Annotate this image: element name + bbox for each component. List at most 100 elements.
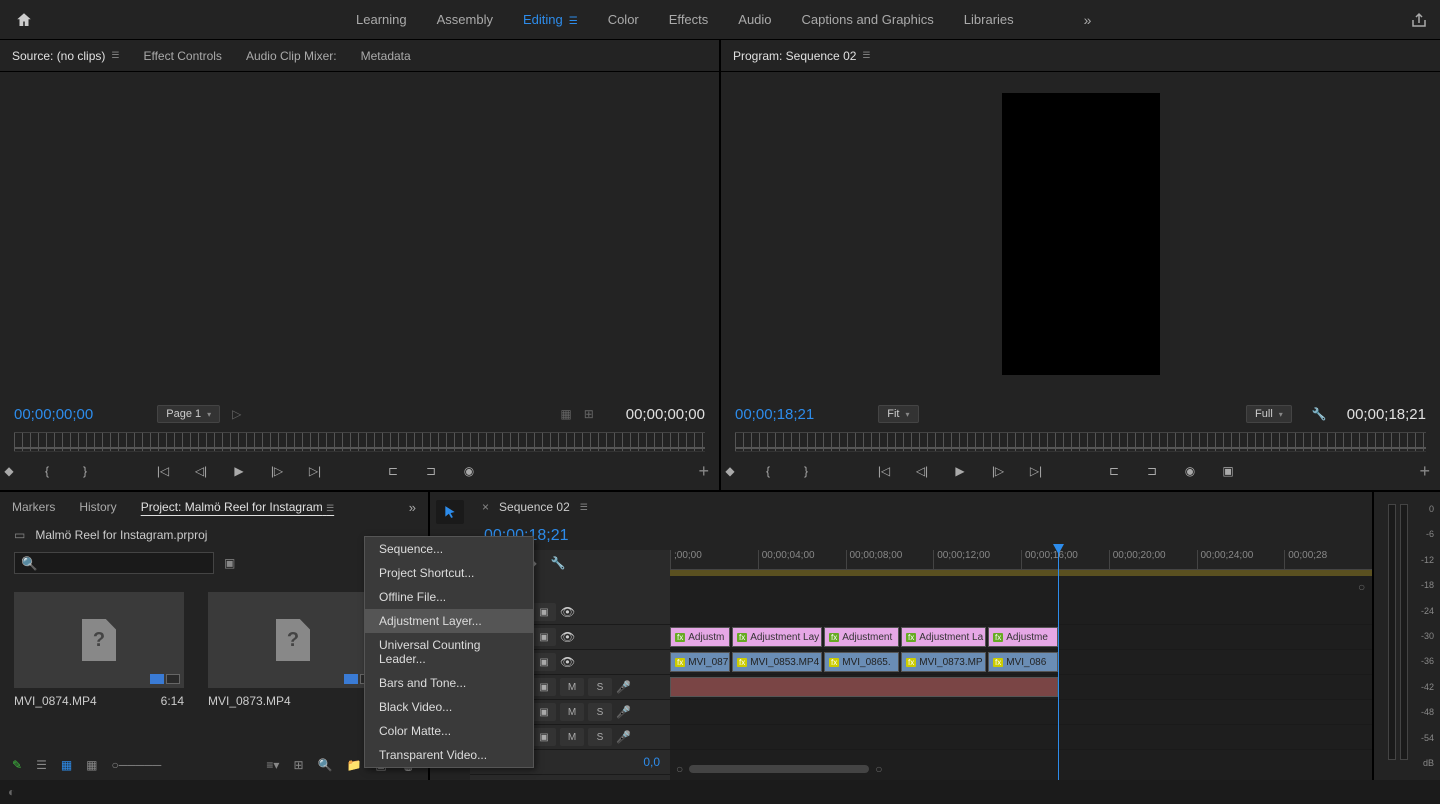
eye-icon[interactable]: 👁	[560, 655, 575, 669]
mute-icon[interactable]: ▣	[532, 678, 556, 696]
new-bin-from-search-icon[interactable]: ▣	[224, 556, 235, 570]
ctx-sequence-[interactable]: Sequence...	[365, 537, 533, 561]
workspace-color[interactable]: Color	[608, 12, 639, 28]
workspace-captions[interactable]: Captions and Graphics	[802, 12, 934, 28]
panel-overflow-icon[interactable]: »	[409, 500, 416, 515]
clip-thumbnail[interactable]: ?	[208, 592, 378, 688]
timeline-settings-icon[interactable]: 🔧	[551, 556, 566, 570]
lane-v2[interactable]: fxAdjustmfxAdjustment LayfxAdjustmentfxA…	[670, 625, 1372, 650]
play-only-icon[interactable]: ▷	[232, 407, 241, 421]
timeline-hscroll[interactable]: ○○	[670, 762, 1372, 776]
tab-source[interactable]: Source: (no clips)☰	[12, 49, 119, 63]
mic-icon[interactable]: 🎤	[616, 730, 631, 744]
bin-item[interactable]: ? MVI_0874.MP46:14	[14, 592, 184, 736]
source-time-ruler[interactable]	[14, 432, 705, 452]
timeline-vscroll[interactable]: ○	[1358, 580, 1368, 760]
go-to-in-icon[interactable]: |◁	[875, 462, 893, 480]
step-forward-icon[interactable]: |▷	[268, 462, 286, 480]
list-view-icon[interactable]: ☰	[36, 758, 47, 772]
workspace-assembly[interactable]: Assembly	[437, 12, 493, 28]
insert-icon[interactable]: ⊏	[384, 462, 402, 480]
sequence-tab[interactable]: Sequence 02	[499, 500, 570, 514]
program-time-ruler[interactable]	[735, 432, 1426, 452]
adjustment-layer-clip[interactable]: fxAdjustment	[824, 627, 899, 647]
adjustment-layer-clip[interactable]: fxAdjustm	[670, 627, 730, 647]
lift-icon[interactable]: ⊏	[1105, 462, 1123, 480]
source-timecode-left[interactable]: 00;00;00;00	[14, 406, 93, 423]
source-view-toggle[interactable]: ▦	[560, 407, 571, 421]
workspace-learning[interactable]: Learning	[356, 12, 407, 28]
step-back-icon[interactable]: ◁|	[192, 462, 210, 480]
source-viewer[interactable]	[0, 72, 719, 396]
lane-v1[interactable]: fxMVI_087fxMVI_0853.MP4fxMVI_0865.fxMVI_…	[670, 650, 1372, 675]
mic-icon[interactable]: 🎤	[616, 705, 631, 719]
settings-wrench-icon[interactable]: 🔧	[1312, 407, 1327, 421]
program-timecode-left[interactable]: 00;00;18;21	[735, 406, 814, 423]
mic-icon[interactable]: 🎤	[616, 680, 631, 694]
overwrite-icon[interactable]: ⊐	[422, 462, 440, 480]
ctx-color-matte-[interactable]: Color Matte...	[365, 719, 533, 743]
ctx-transparent-video-[interactable]: Transparent Video...	[365, 743, 533, 767]
sort-icon[interactable]: ≡▾	[266, 758, 279, 772]
workspace-editing[interactable]: Editing☰	[523, 12, 578, 28]
button-editor-icon[interactable]: +	[698, 461, 709, 482]
ctx-project-shortcut-[interactable]: Project Shortcut...	[365, 561, 533, 585]
ctx-adjustment-layer-[interactable]: Adjustment Layer...	[365, 609, 533, 633]
video-clip[interactable]: fxMVI_087	[670, 652, 730, 672]
lane-v3[interactable]	[670, 600, 1372, 625]
add-marker-icon[interactable]: ◆	[721, 462, 739, 480]
automate-to-sequence-icon[interactable]: ⊞	[293, 758, 303, 772]
ctx-black-video-[interactable]: Black Video...	[365, 695, 533, 719]
zoom-slider[interactable]: ○─────	[112, 758, 162, 772]
video-clip[interactable]: fxMVI_086	[988, 652, 1058, 672]
button-editor-icon[interactable]: +	[1419, 461, 1430, 482]
mark-out-icon[interactable]: }	[797, 462, 815, 480]
tab-effect-controls[interactable]: Effect Controls	[143, 49, 221, 63]
write-mode-icon[interactable]: ✎	[12, 758, 22, 772]
ctx-universal-counting-leader-[interactable]: Universal Counting Leader...	[365, 633, 533, 671]
tab-metadata[interactable]: Metadata	[361, 49, 411, 63]
lane-a2[interactable]	[670, 700, 1372, 725]
share-icon[interactable]	[1410, 11, 1428, 29]
play-icon[interactable]: ▶	[230, 462, 248, 480]
selection-tool-icon[interactable]	[436, 500, 464, 524]
lane-a3[interactable]	[670, 725, 1372, 750]
mark-in-icon[interactable]: {	[38, 462, 56, 480]
new-bin-icon[interactable]: 📁	[346, 758, 361, 772]
freeform-view-icon[interactable]: ▦	[86, 758, 97, 772]
extract-icon[interactable]: ⊐	[1143, 462, 1161, 480]
tracks-area[interactable]: ;00;00 00;00;04;00 00;00;08;00 00;00;12;…	[670, 550, 1372, 780]
program-zoom-dropdown[interactable]: Fit▾	[878, 405, 918, 423]
toggle-output-icon[interactable]: ▣	[532, 628, 556, 646]
toggle-output-icon[interactable]: ▣	[532, 653, 556, 671]
icon-view-icon[interactable]: ▦	[61, 758, 72, 772]
go-to-in-icon[interactable]: |◁	[154, 462, 172, 480]
home-icon[interactable]	[12, 8, 36, 32]
tab-project[interactable]: Project: Malmö Reel for Instagram ☰	[141, 500, 334, 514]
adjustment-layer-clip[interactable]: fxAdjustme	[988, 627, 1058, 647]
clip-thumbnail[interactable]: ?	[14, 592, 184, 688]
adjustment-layer-clip[interactable]: fxAdjustment La	[901, 627, 986, 647]
workspace-audio[interactable]: Audio	[738, 12, 771, 28]
workspace-overflow-icon[interactable]: »	[1084, 12, 1092, 28]
toggle-output-icon[interactable]: ▣	[532, 603, 556, 621]
mark-in-icon[interactable]: {	[759, 462, 777, 480]
program-resolution-dropdown[interactable]: Full▾	[1246, 405, 1292, 423]
source-pager-dropdown[interactable]: Page 1▾	[157, 405, 220, 423]
video-clip[interactable]: fxMVI_0853.MP4	[732, 652, 822, 672]
ctx-offline-file-[interactable]: Offline File...	[365, 585, 533, 609]
export-frame-icon[interactable]: ◉	[1181, 462, 1199, 480]
video-clip[interactable]: fxMVI_0873.MP	[901, 652, 986, 672]
eye-icon[interactable]: 👁	[560, 605, 575, 619]
eye-icon[interactable]: 👁	[560, 630, 575, 644]
bin-icon[interactable]: ▭	[14, 528, 25, 542]
go-to-out-icon[interactable]: ▷|	[306, 462, 324, 480]
step-forward-icon[interactable]: |▷	[989, 462, 1007, 480]
workspace-menu-icon[interactable]: ☰	[569, 16, 578, 27]
playhead[interactable]	[1058, 550, 1059, 780]
audio-clip[interactable]	[670, 677, 1058, 697]
play-icon[interactable]: ▶	[951, 462, 969, 480]
timeline-ruler[interactable]: ;00;00 00;00;04;00 00;00;08;00 00;00;12;…	[670, 550, 1372, 570]
bin-item[interactable]: ? MVI_0873.MP4	[208, 592, 378, 736]
step-back-icon[interactable]: ◁|	[913, 462, 931, 480]
